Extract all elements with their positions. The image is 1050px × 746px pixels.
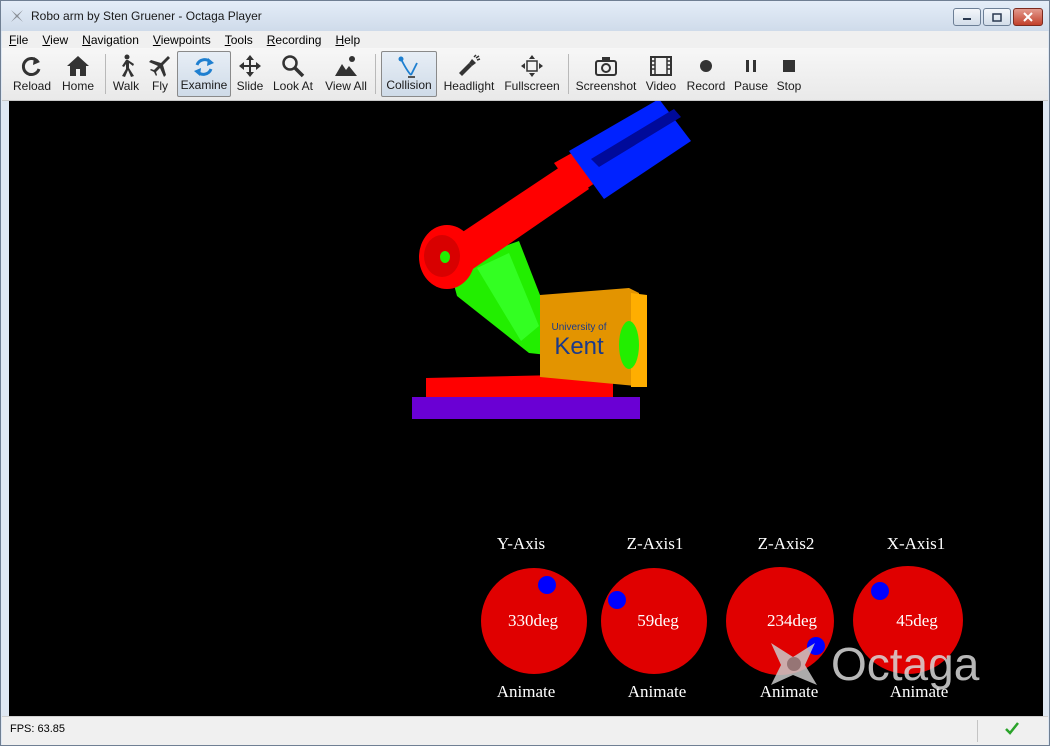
view-all-button[interactable]: View All <box>322 51 370 97</box>
walk-icon <box>122 54 134 77</box>
minimize-button[interactable] <box>953 8 981 26</box>
dial-axis-label: Y-Axis <box>497 534 545 553</box>
landscape-icon <box>335 56 357 76</box>
dial-value: 45deg <box>896 611 938 630</box>
walk-label: Walk <box>112 79 140 93</box>
dial-axis-label: Z-Axis2 <box>758 534 815 553</box>
dial-value: 234deg <box>767 611 818 630</box>
maximize-icon <box>992 12 1002 22</box>
home-label: Home <box>61 79 94 93</box>
octaga-app-icon <box>11 10 23 22</box>
look-at-label: Look At <box>272 79 314 93</box>
examine-button[interactable]: Examine <box>177 51 231 97</box>
menu-help[interactable]: Help <box>335 33 360 47</box>
toolbar: Reload Home Walk Fly Examine Slide Look … <box>2 48 1048 101</box>
pause-button[interactable]: Pause <box>733 51 769 97</box>
dial-knob[interactable] <box>608 591 626 609</box>
close-icon <box>1023 12 1033 22</box>
window-title: Robo arm by Sten Gruener - Octaga Player <box>31 9 262 23</box>
fly-label: Fly <box>152 79 168 93</box>
look-at-button[interactable]: Look At <box>270 51 316 97</box>
record-label: Record <box>686 79 726 93</box>
stop-button[interactable]: Stop <box>774 51 804 97</box>
dial-axis-label: X-Axis1 <box>887 534 946 553</box>
dial-axis-label: Z-Axis1 <box>627 534 684 553</box>
title-bar[interactable]: Robo arm by Sten Gruener - Octaga Player <box>1 1 1049 31</box>
view-all-label: View All <box>325 79 367 93</box>
collision-button[interactable]: Collision <box>381 51 437 97</box>
record-dot-icon <box>700 60 712 72</box>
toolbar-separator <box>105 54 106 94</box>
menu-recording[interactable]: Recording <box>267 33 322 47</box>
fullscreen-button[interactable]: Fullscreen <box>503 51 561 97</box>
fullscreen-icon <box>521 55 543 77</box>
3d-viewport[interactable]: University of Kent Y-Axis 330deg Animate… <box>9 101 1043 716</box>
base-green-joint <box>619 321 639 369</box>
reload-icon <box>21 57 41 76</box>
kent-logo-main: Kent <box>554 333 604 360</box>
dial-knob[interactable] <box>538 576 556 594</box>
app-window: Robo arm by Sten Gruener - Octaga Player… <box>0 0 1050 746</box>
toolbar-separator <box>568 54 569 94</box>
rotate-icon <box>194 58 214 76</box>
dial-value: 59deg <box>637 611 679 630</box>
menu-view[interactable]: View <box>42 33 68 47</box>
walk-button[interactable]: Walk <box>110 51 142 97</box>
octaga-wordmark: Octaga <box>831 638 980 690</box>
reload-button[interactable]: Reload <box>10 51 54 97</box>
menu-tools[interactable]: Tools <box>225 33 253 47</box>
menu-bar: File View Navigation Viewpoints Tools Re… <box>2 31 1048 48</box>
camera-icon <box>595 57 617 76</box>
kent-logo-top: University of <box>551 322 606 333</box>
fps-counter: FPS: 63.85 <box>10 723 66 735</box>
record-button[interactable]: Record <box>685 51 727 97</box>
checkmark-icon <box>1005 722 1019 735</box>
collision-label: Collision <box>386 78 432 92</box>
airplane-icon <box>149 55 171 77</box>
dial-y-axis[interactable]: Y-Axis 330deg Animate <box>481 534 587 701</box>
stop-icon <box>783 60 795 72</box>
screenshot-label: Screenshot <box>575 79 637 93</box>
octaga-logo-center <box>787 657 801 671</box>
headlight-button[interactable]: Headlight <box>441 51 497 97</box>
examine-label: Examine <box>180 78 228 92</box>
dial-value: 330deg <box>508 611 559 630</box>
fly-button[interactable]: Fly <box>145 51 175 97</box>
status-bar: FPS: 63.85 <box>2 716 1048 745</box>
fullscreen-label: Fullscreen <box>504 79 560 93</box>
video-button[interactable]: Video <box>644 51 678 97</box>
video-label: Video <box>645 79 677 93</box>
reload-label: Reload <box>12 79 52 93</box>
headlight-label: Headlight <box>443 79 495 93</box>
toolbar-separator <box>375 54 376 94</box>
move-arrows-icon <box>239 55 261 77</box>
dial-animate-button[interactable]: Animate <box>760 682 819 701</box>
dial-knob[interactable] <box>871 582 889 600</box>
minimize-icon <box>963 18 971 20</box>
home-icon <box>67 56 89 76</box>
pause-icon <box>746 60 756 72</box>
dial-animate-button[interactable]: Animate <box>628 682 687 701</box>
collision-icon <box>398 56 418 78</box>
maximize-button[interactable] <box>983 8 1011 26</box>
slide-label: Slide <box>236 79 264 93</box>
home-button[interactable]: Home <box>57 51 99 97</box>
scene-canvas[interactable]: University of Kent Y-Axis 330deg Animate… <box>9 101 1043 716</box>
close-button[interactable] <box>1013 8 1043 26</box>
status-divider <box>977 720 978 742</box>
slide-button[interactable]: Slide <box>233 51 267 97</box>
film-icon <box>650 56 672 76</box>
pause-label: Pause <box>733 79 769 93</box>
robot-base-plate <box>412 397 640 419</box>
menu-viewpoints[interactable]: Viewpoints <box>153 33 211 47</box>
stop-label: Stop <box>776 79 802 93</box>
flashlight-icon <box>459 54 481 76</box>
menu-file[interactable]: File <box>9 33 28 47</box>
robot-elbow-pin <box>440 251 450 263</box>
dial-animate-button[interactable]: Animate <box>497 682 556 701</box>
magnifier-icon <box>282 55 305 78</box>
menu-navigation[interactable]: Navigation <box>82 33 139 47</box>
screenshot-button[interactable]: Screenshot <box>575 51 637 97</box>
dial-z-axis1[interactable]: Z-Axis1 59deg Animate <box>601 534 707 701</box>
